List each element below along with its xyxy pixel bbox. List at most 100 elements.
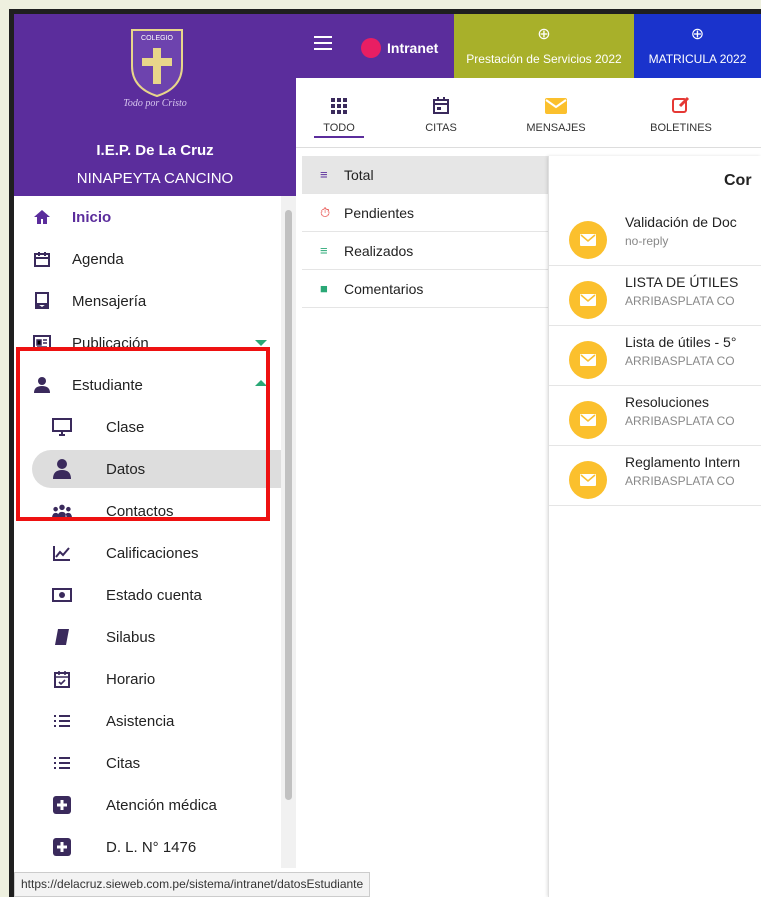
list-item[interactable]: Reglamento Intern ARRIBASPLATA CO xyxy=(549,446,761,506)
school-motto: Todo por Cristo xyxy=(123,98,187,109)
sidebar-item-label: D. L. N° 1476 xyxy=(106,838,197,856)
messages-panel: Cor Validación de Doc no-reply LISTA DE … xyxy=(548,156,761,897)
sidebar-item-label: Horario xyxy=(106,670,156,688)
message-subject: Resoluciones xyxy=(625,394,710,410)
envelope-icon xyxy=(569,401,607,439)
envelope-icon xyxy=(569,341,607,379)
tab-label: TODO xyxy=(314,122,364,138)
tab-prestacion-servicios[interactable]: ⊕ Prestación de Servicios 2022 xyxy=(454,14,634,78)
sidebar-menu: Inicio Agenda Mensajería Publicación Est… xyxy=(14,196,281,868)
list-icon xyxy=(52,753,72,773)
message-subject: LISTA DE ÚTILES xyxy=(625,274,739,290)
category-toolbar: TODO CITAS MENSAJES BOLETINES xyxy=(296,78,761,148)
tab-label: BOLETINES xyxy=(650,122,712,134)
envelope-icon xyxy=(569,281,607,319)
sidebar-item-label: Mensajería xyxy=(72,292,147,310)
sidebar-item-calificaciones[interactable]: Calificaciones xyxy=(14,532,281,574)
globe-icon: ⊕ xyxy=(537,26,551,43)
plus-box-icon xyxy=(52,795,72,815)
filter-total[interactable]: ≡ Total xyxy=(302,156,548,194)
money-icon xyxy=(52,585,72,605)
checklist-icon: ≡ xyxy=(320,243,328,258)
calendar-icon xyxy=(416,84,466,114)
sidebar-item-label: Atención médica xyxy=(106,796,217,814)
envelope-icon xyxy=(569,461,607,499)
book-icon xyxy=(52,627,72,647)
tab-mensajes[interactable]: MENSAJES xyxy=(516,78,596,134)
filter-label: Realizados xyxy=(344,242,414,259)
sidebar-item-label: Agenda xyxy=(72,250,124,268)
intranet-dot-icon xyxy=(361,38,381,58)
tab-label: MENSAJES xyxy=(526,122,586,134)
edit-icon xyxy=(641,84,721,114)
message-sender: ARRIBASPLATA CO xyxy=(625,474,735,488)
sidebar-item-agenda[interactable]: Agenda xyxy=(14,238,281,280)
sidebar-item-estado-cuenta[interactable]: Estado cuenta xyxy=(14,574,281,616)
filter-label: Pendientes xyxy=(344,204,415,221)
sidebar-item-horario[interactable]: Horario xyxy=(14,658,281,700)
sidebar-item-label: Asistencia xyxy=(106,712,175,730)
student-name: NINAPEYTA CANCINO xyxy=(76,170,234,187)
school-crest-logo: COLEGIO xyxy=(131,29,183,98)
menu-icon[interactable] xyxy=(314,36,332,54)
app-window: COLEGIO Todo por Cristo I.E.P. De La Cru… xyxy=(14,14,761,897)
tab-boletines[interactable]: BOLETINES xyxy=(641,78,721,134)
message-icon xyxy=(32,291,52,311)
tab-label: Prestación de Servicios 2022 xyxy=(466,52,622,66)
sidebar-item-label: Calificaciones xyxy=(106,544,199,562)
message-sender: ARRIBASPLATA CO xyxy=(625,414,735,428)
sidebar-item-atencion-medica[interactable]: Atención médica xyxy=(14,784,281,826)
annotation-highlight-box xyxy=(16,347,270,521)
tab-matricula[interactable]: ⊕ MATRICULA 2022 xyxy=(634,14,761,78)
tab-label: MATRICULA 2022 xyxy=(648,52,747,66)
calendar-check-icon xyxy=(52,669,72,689)
message-subject: Lista de útiles - 5° xyxy=(625,334,737,350)
status-url: https://delacruz.sieweb.com.pe/sistema/i… xyxy=(14,872,371,897)
filter-pendientes[interactable]: ⏱ Pendientes xyxy=(302,194,548,232)
sidebar-item-label: Citas xyxy=(106,754,141,772)
grid-icon xyxy=(314,84,364,114)
intranet-label: Intranet xyxy=(387,40,439,56)
envelope-icon xyxy=(516,84,596,114)
list-item[interactable]: Resoluciones ARRIBASPLATA CO xyxy=(549,386,761,446)
tab-label: CITAS xyxy=(425,122,457,134)
sidebar-item-dl-1476[interactable]: D. L. N° 1476 xyxy=(14,826,281,868)
home-icon xyxy=(32,207,52,227)
globe-icon: ⊕ xyxy=(690,26,705,43)
timer-icon: ⏱ xyxy=(320,204,331,220)
filter-realizados[interactable]: ≡ Realizados xyxy=(302,232,548,270)
sidebar: COLEGIO Todo por Cristo I.E.P. De La Cru… xyxy=(14,14,371,897)
tab-todo[interactable]: TODO xyxy=(314,78,364,138)
sidebar-item-citas[interactable]: Citas xyxy=(14,742,281,784)
envelope-icon xyxy=(569,221,607,259)
list-item[interactable]: LISTA DE ÚTILES ARRIBASPLATA CO xyxy=(549,266,761,326)
sidebar-item-inicio[interactable]: Inicio xyxy=(14,196,281,238)
chart-icon xyxy=(52,543,72,563)
list-item[interactable]: Validación de Doc no-reply xyxy=(549,206,761,266)
message-sender: no-reply xyxy=(625,234,669,248)
sidebar-item-label: Estado cuenta xyxy=(106,586,202,604)
sidebar-item-silabus[interactable]: Silabus xyxy=(14,616,281,658)
message-sender: ARRIBASPLATA CO xyxy=(625,294,735,308)
filter-comentarios[interactable]: ■ Comentarios xyxy=(302,270,548,308)
filter-list: ≡ Total ⏱ Pendientes ≡ Realizados ■ Come… xyxy=(302,156,548,308)
sidebar-scrollbar[interactable] xyxy=(281,196,296,868)
sidebar-item-label: Silabus xyxy=(106,628,156,646)
list-icon xyxy=(52,711,72,731)
filter-label: Total xyxy=(344,166,374,183)
tab-citas[interactable]: CITAS xyxy=(416,78,466,134)
message-subject: Validación de Doc xyxy=(625,214,737,230)
message-sender: ARRIBASPLATA CO xyxy=(625,354,735,368)
intranet-button[interactable]: Intranet xyxy=(361,38,438,58)
sidebar-header: COLEGIO Todo por Cristo I.E.P. De La Cru… xyxy=(14,14,296,196)
sidebar-item-asistencia[interactable]: Asistencia xyxy=(14,700,281,742)
chevron-down-icon xyxy=(255,340,267,346)
panel-title: Cor xyxy=(724,172,752,189)
sidebar-item-mensajeria[interactable]: Mensajería xyxy=(14,280,281,322)
sidebar-item-label: Inicio xyxy=(72,208,112,226)
filter-label: Comentarios xyxy=(344,280,424,297)
top-bar: Intranet ⊕ Prestación de Servicios 2022 … xyxy=(296,14,761,78)
list-item[interactable]: Lista de útiles - 5° ARRIBASPLATA CO xyxy=(549,326,761,386)
scrollbar-thumb[interactable] xyxy=(285,210,292,800)
svg-text:COLEGIO: COLEGIO xyxy=(141,35,173,42)
